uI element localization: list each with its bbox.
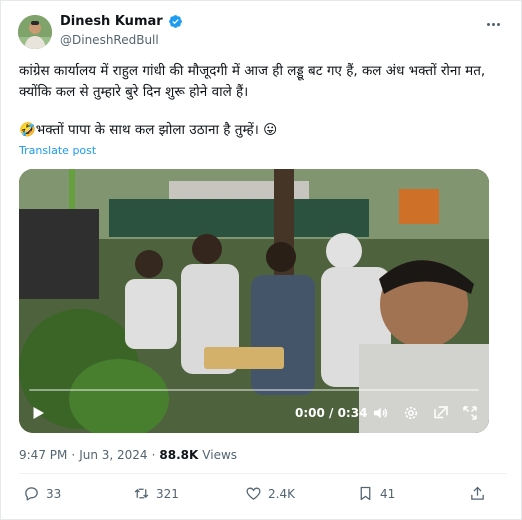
like-button[interactable]: 2.4K — [245, 485, 295, 502]
divider — [19, 473, 507, 474]
settings-gear-icon[interactable] — [402, 404, 420, 422]
bookmark-icon — [360, 486, 371, 501]
fullscreen-icon[interactable] — [461, 404, 479, 422]
reply-button[interactable]: 33 — [23, 485, 61, 502]
meta-separator-2: · — [151, 448, 156, 462]
verified-badge-icon — [168, 15, 182, 28]
post-date[interactable]: Jun 3, 2024 — [79, 448, 147, 462]
play-icon[interactable] — [29, 404, 47, 422]
views-count: 88.8K — [159, 448, 199, 462]
reply-icon — [25, 487, 38, 501]
heart-icon — [246, 487, 261, 500]
views-label: Views — [202, 448, 238, 462]
author-name[interactable]: Dinesh Kumar — [60, 14, 163, 29]
repost-icon — [134, 488, 149, 499]
tweet-card: Dinesh Kumar @DineshRedBull कांग्रेस कार… — [0, 0, 522, 520]
post-time[interactable]: 9:47 PM — [19, 448, 67, 462]
reply-count: 33 — [46, 486, 62, 501]
action-bar: 33 321 2.4K 41 — [1, 485, 522, 509]
meta-separator: · — [71, 448, 76, 462]
picture-in-picture-icon[interactable] — [432, 404, 450, 422]
video-controls: 0:00 / 0:34 — [19, 393, 489, 433]
bookmark-button[interactable]: 41 — [357, 485, 395, 502]
video-player[interactable]: 0:00 / 0:34 — [19, 169, 489, 433]
translate-post-link[interactable]: Translate post — [19, 144, 96, 157]
author-row: Dinesh Kumar — [60, 14, 183, 29]
more-options-icon[interactable] — [483, 15, 503, 33]
tweet-text: कांग्रेस कार्यालय में राहुल गांधी की मौज… — [19, 63, 486, 100]
volume-icon[interactable] — [371, 404, 389, 422]
like-count: 2.4K — [268, 486, 295, 501]
video-time: 0:00 / 0:34 — [295, 406, 368, 420]
post-meta: 9:47 PM · Jun 3, 2024 · 88.8K Views — [19, 448, 237, 462]
repost-count: 321 — [156, 486, 179, 501]
avatar[interactable] — [18, 15, 52, 49]
share-button[interactable] — [469, 485, 486, 502]
tweet-text-line2: 🤣भक्तों पापा के साथ कल झोला उठाना है तुम… — [19, 122, 278, 138]
share-icon — [471, 486, 484, 500]
repost-button[interactable]: 321 — [133, 485, 179, 502]
video-progress-bar[interactable] — [29, 389, 479, 391]
author-handle[interactable]: @DineshRedBull — [60, 33, 159, 47]
bookmark-count: 41 — [380, 486, 396, 501]
